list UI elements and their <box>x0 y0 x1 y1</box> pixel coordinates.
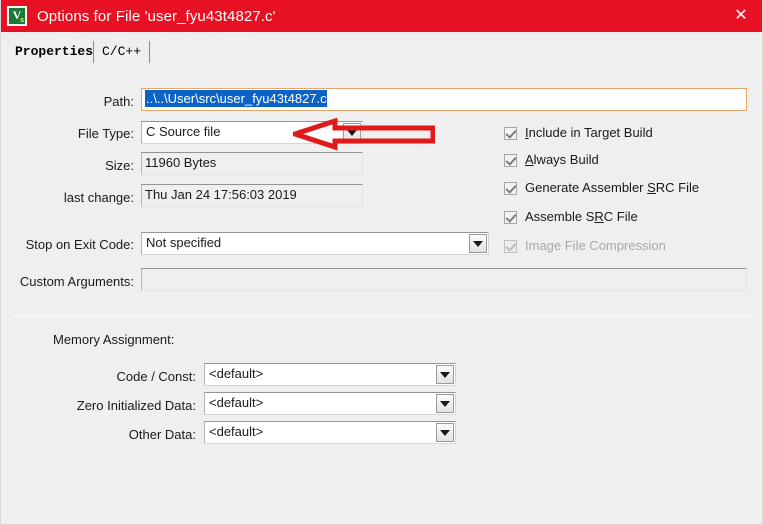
custom-arguments-label: Custom Arguments: <box>19 274 134 289</box>
checkbox-icon[interactable] <box>504 181 517 195</box>
tab-c-cpp[interactable]: C/C++ <box>94 41 151 63</box>
accel-char: A <box>525 152 534 167</box>
checkbox-label: Always Build <box>525 152 599 168</box>
code-const-label: Code / Const: <box>116 369 197 384</box>
titlebar: V s Options for File 'user_fyu43t4827.c'… <box>1 0 762 32</box>
last-change-label: last change: <box>63 190 134 205</box>
file-type-value: C Source file <box>146 124 221 139</box>
checkbox-include-in-target-build[interactable]: Include in Target Build <box>504 125 653 141</box>
section-divider <box>14 316 752 317</box>
path-input[interactable]: ..\..\User\src\user_fyu43t4827.c <box>141 88 747 111</box>
code-const-dropdown[interactable]: <default> <box>204 363 456 386</box>
options-dialog: V s Options for File 'user_fyu43t4827.c'… <box>0 0 763 525</box>
stop-on-exit-code-dropdown[interactable]: Not specified <box>141 232 489 255</box>
memory-assignment-title: Memory Assignment: <box>53 332 175 347</box>
label-rest: nclude in Target Build <box>528 125 653 140</box>
accel-char: S <box>647 180 656 195</box>
checkbox-label: Generate Assembler SRC File <box>525 180 699 196</box>
label-rest: RC File <box>655 180 700 195</box>
file-type-dropdown[interactable]: C Source file <box>141 121 363 144</box>
chevron-down-icon[interactable] <box>469 234 487 253</box>
chevron-down-icon[interactable] <box>436 423 454 442</box>
checkbox-generate-assembler-src-file[interactable]: Generate Assembler SRC File <box>504 180 699 196</box>
checkbox-icon <box>504 239 517 253</box>
checkbox-icon[interactable] <box>504 153 517 167</box>
custom-arguments-input[interactable] <box>141 268 747 291</box>
checkbox-label: Include in Target Build <box>525 125 653 141</box>
checkbox-icon[interactable] <box>504 210 517 224</box>
checkbox-assemble-src-file[interactable]: Assemble SRC File <box>504 209 638 225</box>
label-rest: C File <box>603 209 638 224</box>
path-label: Path: <box>103 94 134 109</box>
zero-initialized-data-label: Zero Initialized Data: <box>76 398 196 413</box>
zero-initialized-data-value: <default> <box>209 395 264 410</box>
chevron-down-icon[interactable] <box>343 123 361 142</box>
size-label: Size: <box>105 158 134 173</box>
path-input-value: ..\..\User\src\user_fyu43t4827.c <box>145 90 327 107</box>
tab-properties[interactable]: Properties <box>7 41 103 63</box>
file-type-label: File Type: <box>77 126 134 141</box>
size-value: 11960 Bytes <box>141 152 363 175</box>
window-title: Options for File 'user_fyu43t4827.c' <box>37 7 276 25</box>
vision-app-icon: V s <box>7 6 27 26</box>
other-data-dropdown[interactable]: <default> <box>204 421 456 444</box>
tab-divider <box>93 41 94 63</box>
checkbox-label: Image File Compression <box>525 238 666 253</box>
label-pre: Assemble S <box>525 209 595 224</box>
close-icon[interactable]: ✕ <box>718 0 762 32</box>
tabstrip: Properties C/C++ <box>1 32 762 63</box>
chevron-down-icon[interactable] <box>436 365 454 384</box>
zero-initialized-data-dropdown[interactable]: <default> <box>204 392 456 415</box>
chevron-down-icon[interactable] <box>436 394 454 413</box>
checkbox-always-build[interactable]: Always Build <box>504 152 599 168</box>
other-data-label: Other Data: <box>128 427 196 442</box>
label-rest: lways Build <box>533 152 599 167</box>
label-pre: Generate Assembler <box>525 180 648 195</box>
code-const-value: <default> <box>209 366 264 381</box>
checkbox-label: Assemble SRC File <box>525 209 638 225</box>
checkbox-image-file-compression: Image File Compression <box>504 238 666 254</box>
stop-on-exit-code-label: Stop on Exit Code: <box>25 237 134 252</box>
last-change-value: Thu Jan 24 17:56:03 2019 <box>141 184 363 207</box>
accel-char: R <box>594 209 604 224</box>
checkbox-icon[interactable] <box>504 126 517 140</box>
stop-on-exit-code-value: Not specified <box>146 235 222 250</box>
other-data-value: <default> <box>209 424 264 439</box>
app-icon-subglyph: s <box>20 17 24 24</box>
